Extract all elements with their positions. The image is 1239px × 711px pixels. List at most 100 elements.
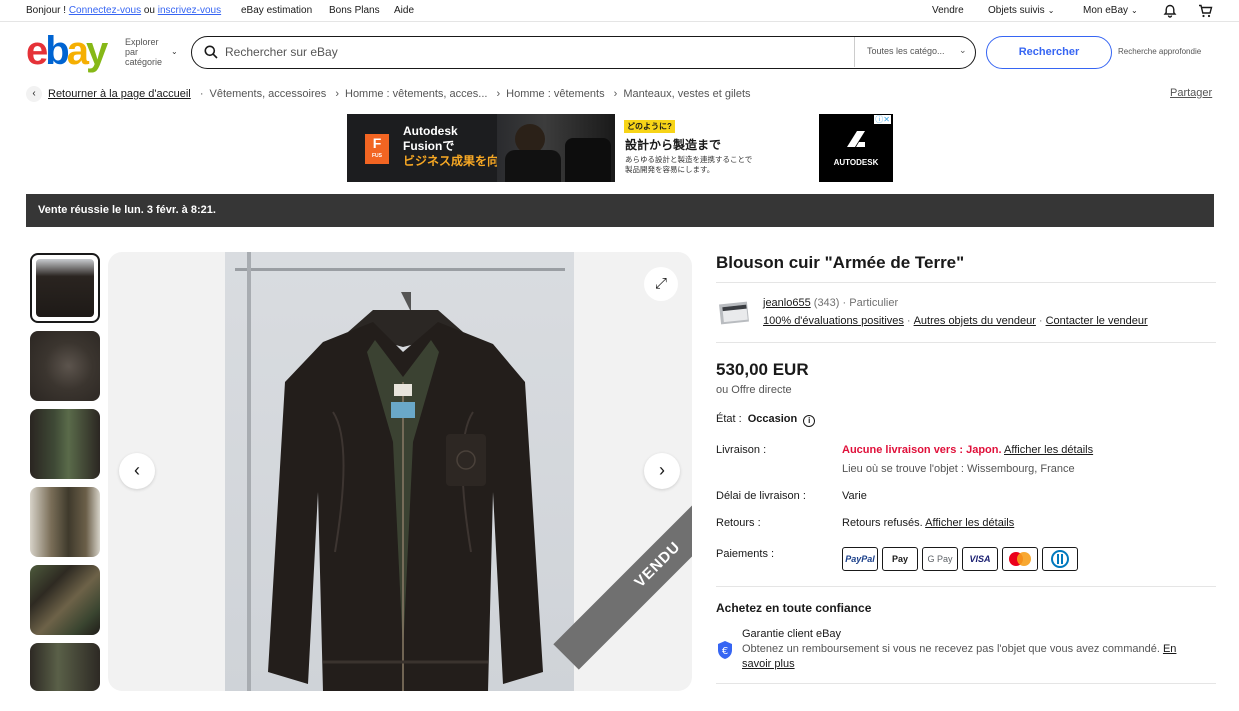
visa-icon: VISA xyxy=(962,547,998,571)
search-bar[interactable]: Rechercher sur eBay Toutes les catégo...… xyxy=(191,36,976,69)
feedback-link[interactable]: 100% d'évaluations positives xyxy=(763,315,904,327)
guarantee-title: Garantie client eBay xyxy=(742,628,842,640)
guarantee-shield-icon: € xyxy=(718,641,732,659)
returns-text: Retours refusés. xyxy=(842,517,923,529)
category-select-value: Toutes les catégo... xyxy=(867,46,945,56)
ad-photo xyxy=(497,114,615,182)
leather-jacket-image xyxy=(268,292,543,691)
ad-sub-2: 製品開発を容易にします。 xyxy=(625,165,715,174)
thumbnail[interactable] xyxy=(30,409,100,479)
returns-value: Retours refusés. Afficher les détails xyxy=(842,517,1014,529)
deals-link[interactable]: Bons Plans xyxy=(329,5,380,16)
search-input[interactable]: Rechercher sur eBay xyxy=(225,45,338,59)
condition-label: État : xyxy=(716,413,742,425)
separator-dot: · xyxy=(1038,315,1043,327)
explore-by-category[interactable]: Explorer par catégorie xyxy=(125,37,173,67)
bell-icon[interactable] xyxy=(1163,4,1177,18)
thumbnail[interactable] xyxy=(30,253,100,323)
seller-avatar[interactable] xyxy=(717,296,751,330)
shipping-label: Livraison : xyxy=(716,444,767,456)
advanced-search-link[interactable]: Recherche approfondie xyxy=(1118,47,1201,56)
listing-title: Blouson cuir "Armée de Terre" xyxy=(716,253,965,272)
ad-sub-1: あらゆる設計と製造を連携することで xyxy=(625,155,753,164)
seller-name-link[interactable]: jeanlo655 xyxy=(763,297,811,309)
contact-seller-link[interactable]: Contacter le vendeur xyxy=(1046,315,1148,327)
clothes-rack-pole xyxy=(247,252,251,691)
condition-row: État : Occasion i xyxy=(716,413,816,427)
ad-line-1: Autodesk xyxy=(403,124,458,138)
item-location: Lieu où se trouve l'objet : Wissembourg,… xyxy=(842,463,1075,475)
breadcrumb-item[interactable]: Manteaux, vestes et gilets xyxy=(623,88,750,100)
ad-line-2: Fusionで xyxy=(403,139,455,153)
ad-banner[interactable]: F FUS Autodesk Fusionで ビジネス成果を向上 xyxy=(347,114,615,182)
best-offer-text: ou Offre directe xyxy=(716,384,792,396)
watchlist-link[interactable]: Objets suivis ⌄ xyxy=(988,5,1054,16)
seller-info: jeanlo655 (343) · Particulier xyxy=(763,297,898,309)
greeting: Bonjour ! Connectez-vous ou inscrivez-vo… xyxy=(26,5,221,16)
my-ebay-label: Mon eBay xyxy=(1083,5,1129,16)
help-link[interactable]: Aide xyxy=(394,5,414,16)
cart-icon[interactable] xyxy=(1198,4,1213,18)
register-link[interactable]: inscrivez-vous xyxy=(158,5,221,16)
estimation-link[interactable]: eBay estimation xyxy=(241,5,312,16)
sell-link[interactable]: Vendre xyxy=(932,5,964,16)
ad-info-icon[interactable]: ⓘ✕ xyxy=(874,115,891,124)
breadcrumb-home[interactable]: Retourner à la page d'accueil xyxy=(48,88,191,100)
previous-image-button[interactable]: ‹ xyxy=(119,453,155,489)
divider xyxy=(716,586,1216,587)
signin-link[interactable]: Connectez-vous xyxy=(69,5,141,16)
jacket-photo xyxy=(225,252,574,691)
expand-icon[interactable]: ⤢ xyxy=(644,267,678,301)
chevron-down-icon: ⌄ xyxy=(1131,6,1138,15)
chevron-down-icon: ⌄ xyxy=(1047,6,1055,15)
thumbnail[interactable] xyxy=(30,487,100,557)
ad-banner-middle[interactable]: どのように? 設計から製造まで あらゆる設計と製造を連携することで 製品開発を容易… xyxy=(615,114,775,182)
breadcrumb: ‹ Retourner à la page d'accueil · Vêtement… xyxy=(26,86,751,102)
svg-text:€: € xyxy=(722,646,728,657)
returns-details-link[interactable]: Afficher les détails xyxy=(925,517,1014,529)
search-button[interactable]: Rechercher xyxy=(986,36,1112,69)
breadcrumb-item[interactable]: Homme : vêtements xyxy=(506,88,604,100)
info-icon[interactable]: i xyxy=(803,415,816,427)
my-ebay-link[interactable]: Mon eBay ⌄ xyxy=(1083,5,1138,16)
breadcrumb-item[interactable]: Homme : vêtements, acces... xyxy=(345,88,487,100)
returns-label: Retours : xyxy=(716,517,761,529)
greeting-text: Bonjour ! xyxy=(26,5,67,16)
category-select[interactable]: Toutes les catégo... ⌄ xyxy=(854,37,974,67)
ad-text: Autodesk Fusionで ビジネス成果を向上 xyxy=(403,124,511,169)
thumbnail[interactable] xyxy=(30,331,100,401)
other-items-link[interactable]: Autres objets du vendeur xyxy=(914,315,1036,327)
next-image-button[interactable]: › xyxy=(644,453,680,489)
share-link[interactable]: Partager xyxy=(1170,87,1212,99)
shipping-warning: Aucune livraison vers : Japon. xyxy=(842,444,1002,456)
guarantee-block: Garantie client eBay Obtenez un rembours… xyxy=(742,627,1202,672)
price: 530,00 EUR xyxy=(716,360,809,379)
search-icon xyxy=(204,45,218,59)
google-pay-icon: G Pay xyxy=(922,547,958,571)
chevron-down-icon[interactable]: ⌄ xyxy=(171,47,178,56)
ad-brand: AUTODESK xyxy=(833,158,879,167)
chevron-down-icon: ⌄ xyxy=(959,45,967,55)
seller-feedback-count: (343) xyxy=(813,297,840,309)
breadcrumb-separator: · xyxy=(199,87,204,100)
breadcrumb-item[interactable]: Vêtements, accessoires xyxy=(209,88,326,100)
autodesk-logo-icon xyxy=(847,131,865,147)
shipping-details-link[interactable]: Afficher les détails xyxy=(1004,444,1093,456)
thumbnail[interactable] xyxy=(30,643,100,691)
autodesk-logo-ad[interactable]: ⓘ✕ AUTODESK xyxy=(819,114,893,182)
main-image-viewer[interactable]: ⤢ ‹ › VENDU xyxy=(108,252,692,691)
shipping-value: Aucune livraison vers : Japon. Afficher … xyxy=(842,444,1093,456)
apple-pay-label: Pay xyxy=(891,554,908,564)
ebay-logo[interactable]: ebay xyxy=(26,31,108,71)
chevron-right-icon: › xyxy=(335,87,339,100)
sold-overlay: VENDU xyxy=(553,460,692,670)
chevron-right-icon: › xyxy=(496,87,501,100)
chevron-left-icon[interactable]: ‹ xyxy=(26,86,42,102)
thumbnail[interactable] xyxy=(30,565,100,635)
buy-with-confidence-title: Achetez en toute confiance xyxy=(716,601,872,615)
delivery-delay-label: Délai de livraison : xyxy=(716,490,806,502)
chevron-right-icon: › xyxy=(613,87,618,100)
guarantee-text: Obtenez un remboursement si vous ne rece… xyxy=(742,643,1160,655)
fusion-app-icon: F FUS xyxy=(365,134,389,164)
fusion-icon-letter: F xyxy=(372,135,382,151)
